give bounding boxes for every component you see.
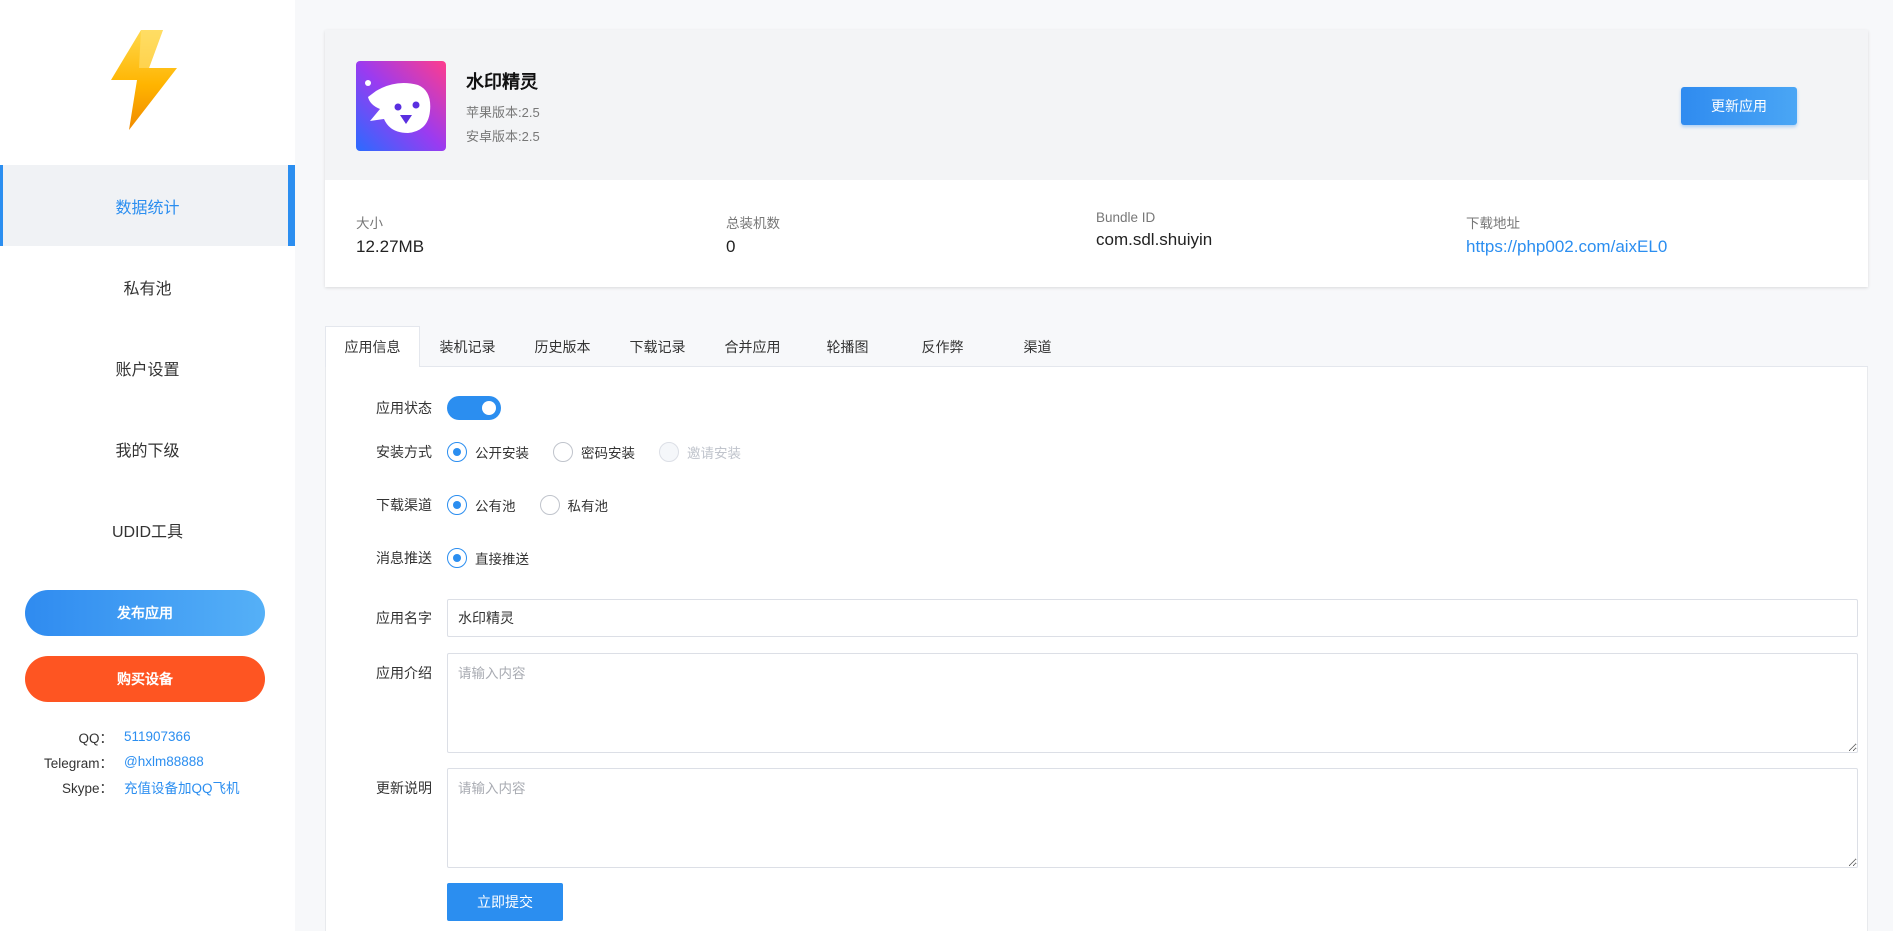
stat-size: 大小 12.27MB [356, 212, 424, 257]
radio-public-install[interactable]: 公开安装 [447, 442, 529, 462]
radio-password-install[interactable]: 密码安装 [553, 442, 635, 462]
radio-circle[interactable] [553, 442, 573, 462]
stat-label: 总装机数 [726, 216, 780, 231]
row-message-push: 消息推送 直接推送 [326, 546, 1869, 570]
contact-row-telegram: Telegram： @hxlm88888 [0, 749, 295, 774]
sidebar-item-udid-tool[interactable]: UDID工具 [0, 489, 295, 570]
radio-label: 直接推送 [475, 552, 529, 567]
radio-circle [659, 442, 679, 462]
tab-history-versions[interactable]: 历史版本 [515, 326, 610, 367]
sidebar-item-label: UDID工具 [111, 523, 184, 541]
row-install-method: 安装方式 公开安装 密码安装 邀请安装 [326, 440, 1869, 464]
row-download-channel: 下载渠道 公有池 私有池 [326, 493, 1869, 517]
update-notes-textarea[interactable] [447, 768, 1858, 868]
contact-label: Telegram： [43, 755, 113, 771]
sidebar-item-label: 我的下级 [115, 442, 180, 460]
contact-label: QQ： [78, 730, 113, 746]
field-label: 下载渠道 [376, 497, 432, 513]
radio-circle[interactable] [447, 495, 467, 515]
app-tabs: 应用信息 装机记录 历史版本 下载记录 合并应用 轮播图 反作弊 渠道 [325, 326, 1868, 368]
contact-label: Skype： [61, 780, 113, 796]
stat-value: 0 [726, 237, 736, 256]
stat-installs: 总装机数 0 [726, 212, 780, 257]
lightning-logo-icon[interactable] [105, 28, 185, 132]
field-label: 消息推送 [376, 550, 432, 566]
radio-label: 公有池 [475, 499, 516, 514]
sidebar-nav: 数据统计 私有池 账户设置 我的下级 UDID工具 [0, 165, 295, 570]
stat-bundle-id: Bundle ID com.sdl.shuiyin [1096, 210, 1212, 250]
stat-label: 大小 [356, 216, 383, 231]
tab-app-info[interactable]: 应用信息 [325, 326, 420, 368]
tab-carousel[interactable]: 轮播图 [800, 326, 895, 367]
contact-row-skype: Skype： 充值设备加QQ飞机 [0, 774, 295, 799]
android-version: 安卓版本:2.5 [466, 129, 540, 144]
app-header: 水印精灵 苹果版本:2.5 安卓版本:2.5 更新应用 [325, 30, 1868, 180]
sidebar-item-private-pool[interactable]: 私有池 [0, 246, 295, 327]
ios-version: 苹果版本:2.5 [466, 105, 540, 120]
stat-value: 12.27MB [356, 237, 425, 256]
radio-label: 密码安装 [581, 446, 635, 461]
sidebar-item-account-settings[interactable]: 账户设置 [0, 327, 295, 408]
field-label: 安装方式 [376, 444, 432, 460]
download-link[interactable]: https://php002.com/aixEL0 [1466, 237, 1667, 257]
contact-row-qq: QQ： 511907366 [0, 724, 295, 749]
app-intro-textarea[interactable] [447, 653, 1858, 753]
stat-label: 下载地址 [1466, 216, 1520, 231]
app-status-toggle[interactable] [447, 396, 501, 420]
contact-info: QQ： 511907366 Telegram： @hxlm88888 Skype… [0, 724, 295, 799]
contact-value-skype[interactable]: 充值设备加QQ飞机 [124, 777, 240, 797]
stat-download-url: 下载地址 https://php002.com/aixEL0 [1466, 212, 1667, 257]
field-label: 应用介绍 [376, 665, 432, 681]
contact-value-qq[interactable]: 511907366 [124, 729, 191, 744]
tab-download-records[interactable]: 下载记录 [610, 326, 705, 367]
radio-circle[interactable] [539, 495, 560, 515]
update-app-button[interactable]: 更新应用 [1681, 87, 1797, 125]
app-stats: 大小 12.27MB 总装机数 0 Bundle ID com.sdl.shui… [325, 180, 1868, 287]
radio-label: 邀请安装 [687, 446, 741, 461]
radio-public-pool[interactable]: 公有池 [447, 495, 516, 515]
sidebar-item-label: 数据统计 [115, 199, 180, 217]
stat-label: Bundle ID [1096, 210, 1156, 225]
row-app-intro: 应用介绍 [326, 653, 1869, 753]
app-name-input[interactable] [447, 599, 1858, 637]
tab-install-records[interactable]: 装机记录 [420, 326, 515, 367]
tab-merge-apps[interactable]: 合并应用 [705, 326, 800, 367]
radio-label: 公开安装 [475, 446, 529, 461]
radio-direct-push[interactable]: 直接推送 [447, 548, 529, 568]
ghost-face-app-icon [356, 61, 446, 151]
app-name: 水印精灵 [466, 72, 538, 92]
field-label: 应用状态 [376, 400, 432, 416]
radio-circle[interactable] [447, 442, 467, 462]
app-summary-card: 水印精灵 苹果版本:2.5 安卓版本:2.5 更新应用 大小 12.27MB 总… [325, 30, 1868, 287]
submit-button[interactable]: 立即提交 [447, 883, 563, 921]
field-label: 更新说明 [376, 780, 432, 796]
row-app-status: 应用状态 [326, 396, 1869, 420]
stat-value: com.sdl.shuiyin [1096, 230, 1213, 249]
radio-circle[interactable] [447, 548, 467, 568]
sidebar-item-my-subordinates[interactable]: 我的下级 [0, 408, 295, 489]
row-app-name: 应用名字 [326, 599, 1869, 637]
sidebar-item-label: 私有池 [123, 280, 172, 298]
contact-value-telegram[interactable]: @hxlm88888 [124, 754, 204, 769]
radio-private-pool[interactable]: 私有池 [539, 495, 609, 515]
row-update-notes: 更新说明 [326, 768, 1869, 868]
publish-app-button[interactable]: 发布应用 [25, 590, 265, 636]
sidebar-item-label: 账户设置 [115, 361, 180, 379]
app-info-form: 应用状态 安装方式 公开安装 密码安装 邀请安装 下载渠道 公有池 私有池 消息… [325, 367, 1868, 931]
buy-device-button[interactable]: 购买设备 [25, 656, 265, 702]
sidebar-item-data-stats[interactable]: 数据统计 [0, 165, 295, 246]
tab-channels[interactable]: 渠道 [990, 326, 1085, 367]
radio-label: 私有池 [567, 499, 609, 514]
field-label: 应用名字 [376, 610, 432, 626]
tab-anti-cheat[interactable]: 反作弊 [895, 326, 990, 367]
radio-invite-install: 邀请安装 [659, 442, 741, 462]
sidebar: 数据统计 私有池 账户设置 我的下级 UDID工具 发布应用 购买设备 QQ： … [0, 0, 295, 931]
